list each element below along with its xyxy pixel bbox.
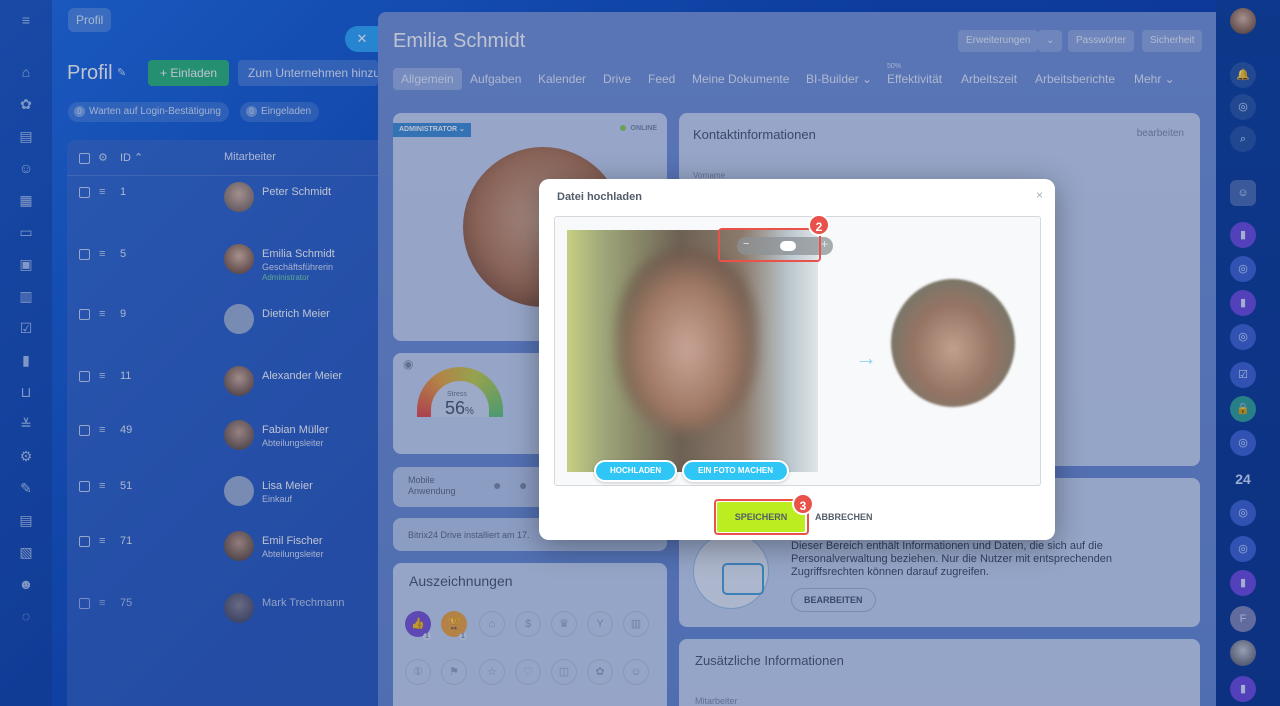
- blurred-photo: [617, 250, 757, 430]
- step-badge-2: 2: [808, 214, 830, 236]
- close-icon[interactable]: ×: [1036, 188, 1043, 202]
- step-badge-3: 3: [792, 493, 814, 515]
- arrow-right-icon: →: [855, 345, 877, 370]
- zoom-highlight: [718, 228, 821, 262]
- upload-button[interactable]: HOCHLADEN: [594, 460, 678, 482]
- avatar-preview: [891, 279, 1015, 407]
- cancel-button[interactable]: ABBRECHEN: [815, 512, 873, 522]
- zoom-in-icon[interactable]: +: [821, 237, 828, 251]
- take-photo-button[interactable]: EIN FOTO MACHEN: [682, 460, 789, 482]
- crop-image[interactable]: [567, 230, 818, 472]
- dialog-title: Datei hochladen: [557, 191, 642, 203]
